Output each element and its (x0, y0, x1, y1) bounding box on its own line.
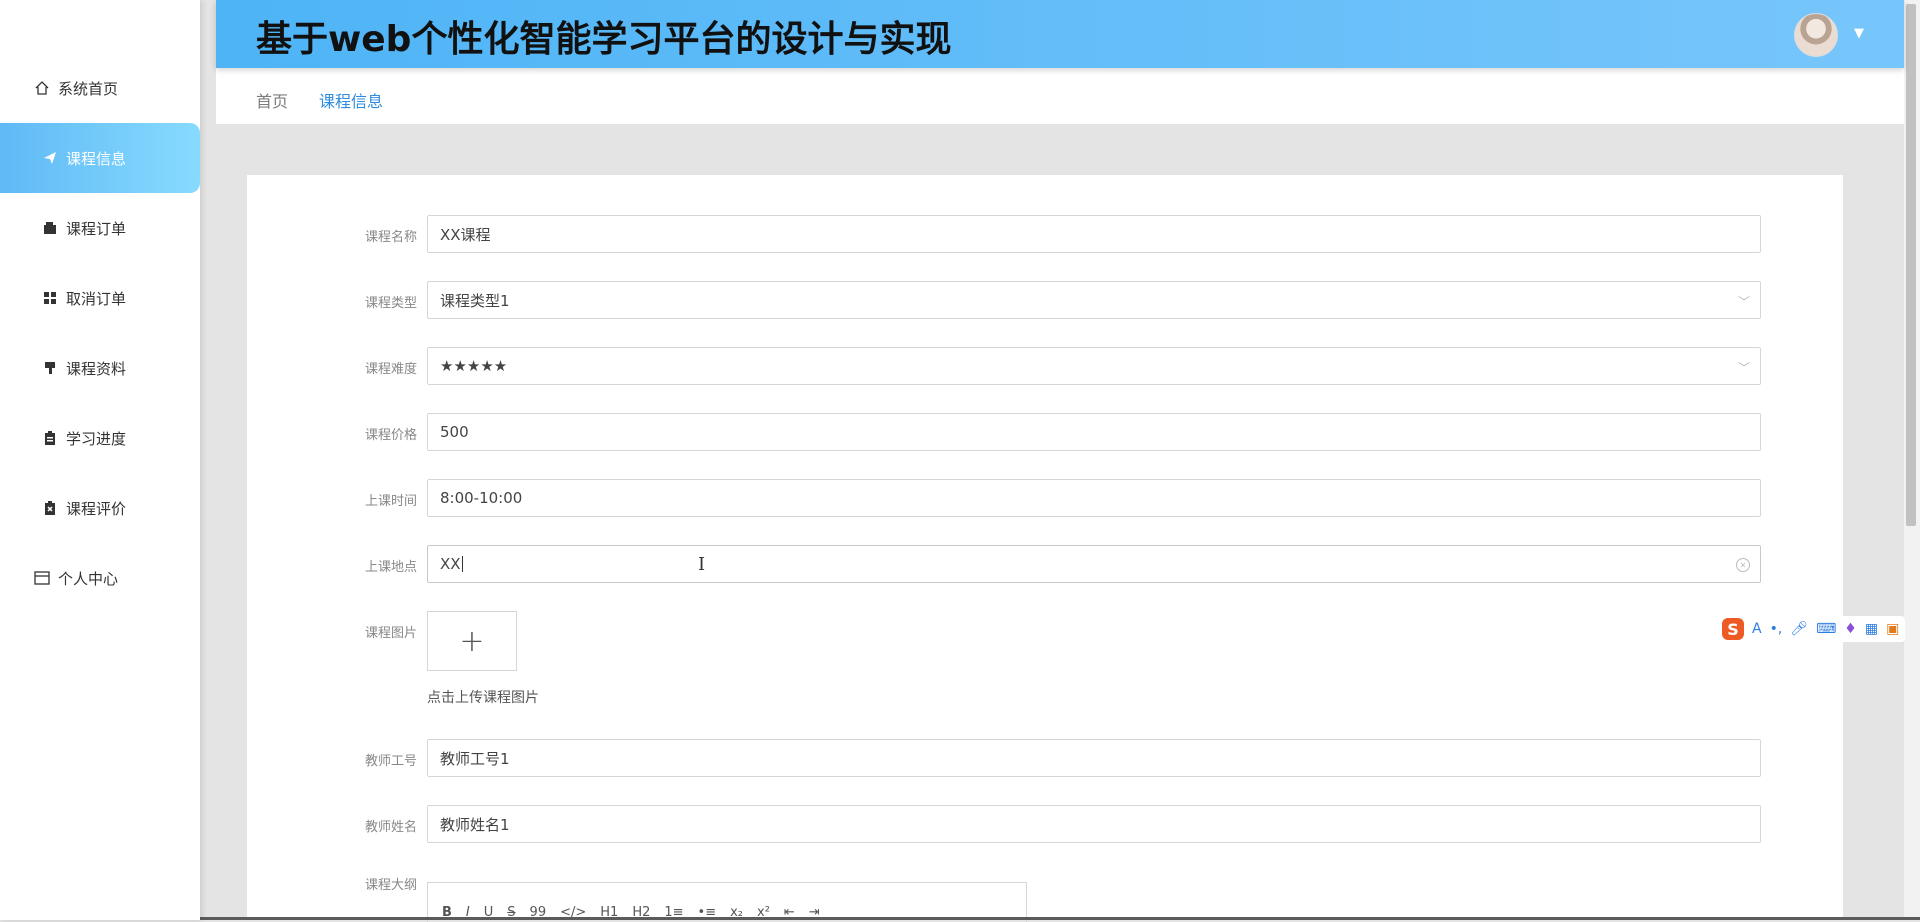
input-value: 8:00-10:00 (440, 489, 523, 507)
sidebar-item-label: 课程评价 (66, 499, 127, 518)
input-value: 教师姓名1 (440, 815, 510, 834)
clear-icon[interactable]: ✕ (1736, 558, 1750, 572)
apps-grid-icon[interactable]: ▦ (1865, 621, 1878, 637)
keyboard-icon[interactable]: ⌨ (1816, 621, 1836, 637)
course-form: 课程名称 XX课程 课程类型 课程类型1 ﹀ 课程难度 ★★★★★ ﹀ 课程价格 5… (247, 175, 1843, 922)
field-label: 课程图片 (364, 626, 417, 641)
teacher-name-input[interactable]: 教师姓名1 (427, 805, 1761, 843)
field-label: 教师工号 (364, 754, 417, 769)
sidebar-item-label: 课程订单 (66, 219, 127, 238)
location-input[interactable]: XX I ✕ (427, 545, 1761, 583)
sidebar-item-course-orders[interactable]: 课程订单 (0, 193, 200, 263)
sidebar-item-label: 取消订单 (66, 289, 127, 308)
input-value: XX (440, 555, 461, 573)
sidebar-item-learning-progress[interactable]: 学习进度 (0, 403, 200, 473)
course-name-input[interactable]: XX课程 (427, 215, 1761, 253)
field-label: 上课时间 (364, 494, 417, 509)
select-value: ★★★★★ (440, 357, 508, 375)
field-label: 课程名称 (364, 230, 417, 245)
avatar[interactable] (1794, 13, 1838, 57)
sidebar-item-course-info[interactable]: 课程信息 (0, 123, 200, 193)
scrollbar-thumb[interactable] (1906, 4, 1916, 526)
time-input[interactable]: 8:00-10:00 (427, 479, 1761, 517)
ime-toolbar[interactable]: S A •, 🎤︎ ⌨ ♦ ▦ ▣ (1716, 616, 1906, 642)
home-icon (32, 80, 52, 96)
field-label: 上课地点 (364, 560, 417, 575)
paper-plane-icon (40, 151, 60, 165)
clipboard-x-icon (40, 501, 60, 515)
chevron-down-icon[interactable]: ▼ (1854, 26, 1864, 41)
field-label: 课程类型 (364, 296, 417, 311)
toolbox-icon[interactable]: ▣ (1886, 621, 1899, 637)
sidebar-item-home[interactable]: 系统首页 (0, 53, 200, 123)
ime-letter-icon[interactable]: A (1752, 621, 1762, 637)
upload-image-button[interactable]: + (427, 611, 517, 671)
wallet-icon (40, 221, 60, 235)
sidebar: 系统首页 课程信息 课程订单 取消订单 课程资料 学习进度 课程评价 个人中心 (0, 0, 200, 920)
sidebar-item-label: 课程信息 (66, 149, 127, 168)
teacher-id-input[interactable]: 教师工号1 (427, 739, 1761, 777)
breadcrumb-home[interactable]: 首页 (256, 88, 288, 112)
field-label: 课程大纲 (364, 878, 417, 893)
brush-icon (40, 361, 60, 375)
rich-text-toolbar: B I U S 99 </> H1 H2 1≡ •≡ x₂ x² ⇤ ⇥ (427, 882, 1027, 922)
difficulty-select[interactable]: ★★★★★ ﹀ (427, 347, 1761, 385)
chevron-down-icon: ﹀ (1737, 361, 1750, 375)
sidebar-item-label: 课程资料 (66, 359, 127, 378)
input-value: 教师工号1 (440, 749, 510, 768)
price-input[interactable]: 500 (427, 413, 1761, 451)
breadcrumb: 首页 课程信息 (216, 68, 1904, 124)
text-caret (461, 556, 463, 572)
sogou-logo-icon[interactable]: S (1722, 618, 1744, 640)
sidebar-item-course-materials[interactable]: 课程资料 (0, 333, 200, 403)
sidebar-item-label: 系统首页 (58, 79, 119, 98)
sidebar-item-course-reviews[interactable]: 课程评价 (0, 473, 200, 543)
breadcrumb-current: 课程信息 (319, 92, 384, 111)
sidebar-item-cancel-orders[interactable]: 取消订单 (0, 263, 200, 333)
microphone-icon[interactable]: 🎤︎ (1790, 621, 1808, 637)
sidebar-item-label: 学习进度 (66, 429, 127, 448)
sidebar-item-label: 个人中心 (58, 569, 119, 588)
input-value: XX课程 (440, 225, 491, 244)
grid-icon (40, 291, 60, 305)
select-value: 课程类型1 (440, 291, 510, 310)
punctuation-icon[interactable]: •, (1770, 621, 1783, 637)
page-title: 基于web个性化智能学习平台的设计与实现 (256, 19, 952, 60)
upload-hint: 点击上传课程图片 (427, 690, 539, 706)
field-label: 教师姓名 (364, 820, 417, 835)
course-type-select[interactable]: 课程类型1 ﹀ (427, 281, 1761, 319)
input-value: 500 (440, 423, 469, 441)
card-icon (32, 571, 52, 585)
ibeam-cursor-icon: I (698, 554, 706, 575)
skin-icon[interactable]: ♦ (1844, 621, 1857, 637)
sidebar-item-personal-center[interactable]: 个人中心 (0, 543, 200, 613)
clipboard-icon (40, 431, 60, 445)
field-label: 课程难度 (364, 362, 417, 377)
chevron-down-icon: ﹀ (1737, 295, 1750, 309)
field-label: 课程价格 (364, 428, 417, 443)
top-header: 基于web个性化智能学习平台的设计与实现 ▼ (216, 0, 1904, 68)
